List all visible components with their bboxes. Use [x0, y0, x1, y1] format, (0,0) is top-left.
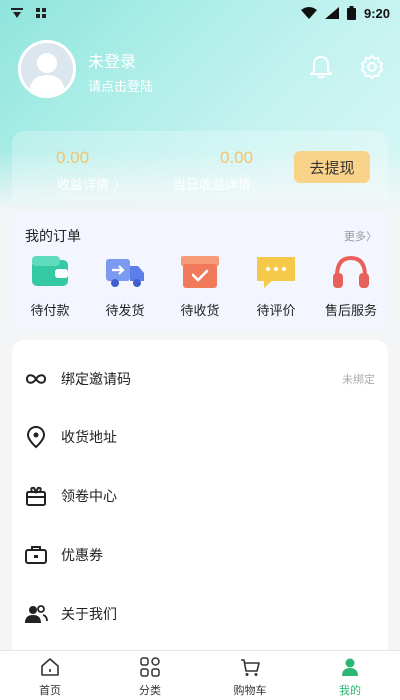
- wifi-icon: [300, 7, 317, 19]
- menu-shipping-address[interactable]: 收货地址: [12, 417, 388, 457]
- order-item-label: 售后服务: [324, 304, 377, 319]
- order-after-sales[interactable]: 售后服务: [319, 252, 383, 319]
- order-pending-shipment[interactable]: 待发货: [93, 252, 157, 319]
- battery-icon: [346, 6, 356, 20]
- orders-more-link[interactable]: 更多〉: [344, 228, 377, 244]
- tab-label: 我的: [339, 684, 361, 697]
- bell-icon[interactable]: [308, 54, 334, 80]
- order-pending-payment[interactable]: 待付款: [18, 252, 82, 319]
- grid-icon: [36, 8, 46, 18]
- earnings-detail-link[interactable]: 收益详情 〉: [57, 174, 126, 193]
- tab-mine[interactable]: 我的: [320, 656, 380, 698]
- gift-icon: [26, 486, 46, 506]
- cart-icon: [241, 659, 260, 676]
- clock: 9:20: [363, 5, 390, 21]
- tab-label: 购物车: [233, 684, 267, 697]
- tab-label: 首页: [39, 684, 61, 697]
- tab-home[interactable]: 首页: [20, 656, 80, 698]
- order-pending-receipt[interactable]: 待收货: [168, 252, 232, 319]
- signal-icon: [324, 7, 339, 19]
- truck-icon: [106, 259, 144, 287]
- notification-icon: [11, 8, 23, 18]
- order-item-label: 待评价: [256, 304, 296, 319]
- location-icon: [26, 425, 46, 449]
- tab-label: 分类: [139, 684, 161, 697]
- default-avatar-icon: [21, 43, 73, 95]
- headset-icon: [333, 255, 369, 288]
- total-earnings-value: 0.00: [56, 148, 90, 167]
- menu-coupon-center[interactable]: 领卷中心: [12, 476, 388, 516]
- infinity-icon: [25, 374, 47, 384]
- user-icon: [342, 658, 358, 676]
- menu-item-label: 收货地址: [61, 430, 117, 446]
- order-item-label: 待付款: [30, 304, 70, 319]
- menu-bind-invite-code[interactable]: 绑定邀请码 未绑定: [12, 359, 388, 399]
- menu-item-label: 领卷中心: [61, 489, 117, 505]
- order-pending-review[interactable]: 待评价: [244, 252, 308, 319]
- category-icon: [140, 657, 160, 677]
- people-icon: [25, 605, 48, 623]
- invite-status: 未绑定: [342, 373, 375, 386]
- menu-about-us[interactable]: 关于我们: [12, 594, 388, 634]
- avatar[interactable]: [18, 40, 76, 98]
- orders-title: 我的订单: [25, 229, 81, 245]
- chat-icon: [257, 257, 295, 288]
- status-bar: 9:20: [0, 0, 400, 26]
- menu-coupons[interactable]: 优惠券: [12, 535, 388, 575]
- today-earnings-value: 0.00: [220, 148, 254, 167]
- username[interactable]: 未登录: [88, 48, 136, 72]
- today-earnings-link[interactable]: 当日收益详情: [173, 174, 251, 193]
- menu-item-label: 优惠券: [61, 548, 103, 564]
- coupon-icon: [25, 546, 47, 564]
- home-icon: [41, 658, 59, 676]
- order-item-label: 待收货: [180, 304, 220, 319]
- tab-cart[interactable]: 购物车: [220, 656, 280, 698]
- wallet-icon: [32, 256, 68, 286]
- order-item-label: 待发货: [105, 304, 145, 319]
- withdraw-button[interactable]: 去提现: [294, 151, 370, 183]
- menu-item-label: 关于我们: [61, 607, 117, 623]
- menu-item-label: 绑定邀请码: [61, 372, 131, 388]
- tab-category[interactable]: 分类: [120, 656, 180, 698]
- gear-icon[interactable]: [359, 54, 385, 80]
- box-icon: [181, 256, 219, 288]
- login-hint[interactable]: 请点击登陆: [88, 76, 153, 95]
